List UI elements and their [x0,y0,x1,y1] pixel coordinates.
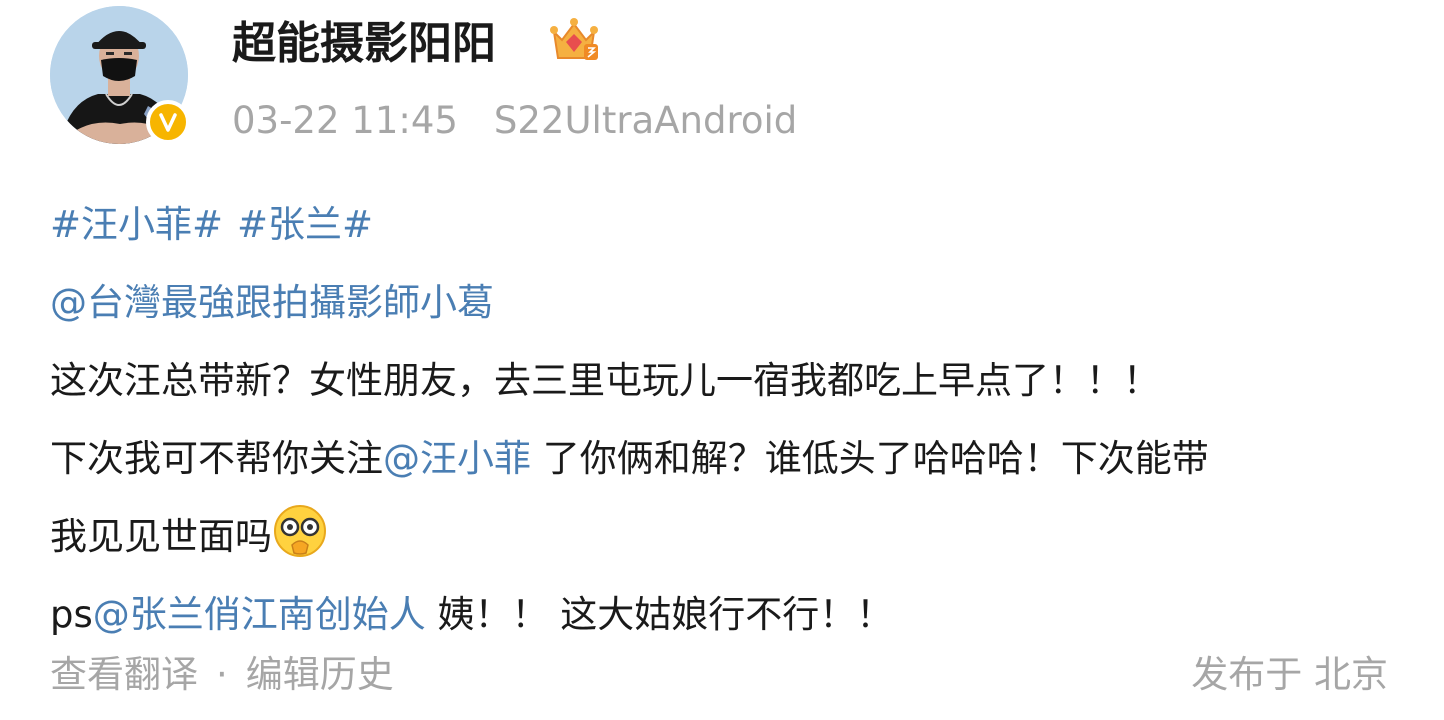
post-text: ps [50,593,93,636]
footer-actions: 查看翻译 · 编辑历史 [50,650,394,700]
topic-link[interactable]: #汪小菲# [50,203,223,246]
post-meta: 03-22 11:45 S22UltraAndroid [232,96,797,146]
post-text: 姨！！ 这大姑娘行不行！！ [425,593,894,636]
peeking-emoji-icon [272,503,328,559]
post-text-line: 我见见世面吗 [50,498,1410,576]
author-name[interactable]: 超能摄影阳阳 [232,14,496,74]
mention-link[interactable]: @台灣最強跟拍攝影師小葛 [50,281,494,324]
mention-link[interactable]: @汪小菲 [383,437,531,480]
translate-button[interactable]: 查看翻译 [50,653,198,696]
crown-level-icon[interactable] [548,14,600,66]
avatar[interactable] [50,6,190,144]
post-content: #汪小菲# #张兰# @台灣最強跟拍攝影師小葛 这次汪总带新？女性朋友，去三里屯玩… [50,186,1410,654]
verified-badge-icon [146,100,190,144]
post-time: 03-22 11:45 [232,99,458,142]
topic-link[interactable]: #张兰# [237,203,373,246]
post-source: S22UltraAndroid [493,99,798,142]
edit-history-button[interactable]: 编辑历史 [246,653,394,696]
post-text-line: 下次我可不帮你关注@汪小菲 了你俩和解？谁低头了哈哈哈！下次能带 [50,420,1410,498]
separator: · [216,653,228,696]
post-text: 了你俩和解？谁低头了哈哈哈！下次能带 [531,437,1209,480]
post-location: 发布于 北京 [1191,653,1388,696]
mention-link[interactable]: @张兰俏江南创始人 [93,593,426,636]
mention-line: @台灣最強跟拍攝影師小葛 [50,264,1410,342]
topic-line: #汪小菲# #张兰# [50,186,1410,264]
post-text-line: 这次汪总带新？女性朋友，去三里屯玩儿一宿我都吃上早点了！！！ [50,359,1160,402]
weibo-post: 超能摄影阳阳 03-22 11:45 S22UltraAndroid #汪小菲# #… [0,0,1444,720]
post-text: 下次我可不帮你关注 [50,437,383,480]
post-text-line: ps@张兰俏江南创始人 姨！！ 这大姑娘行不行！！ [50,576,1410,654]
post-text: 我见见世面吗 [50,515,272,558]
